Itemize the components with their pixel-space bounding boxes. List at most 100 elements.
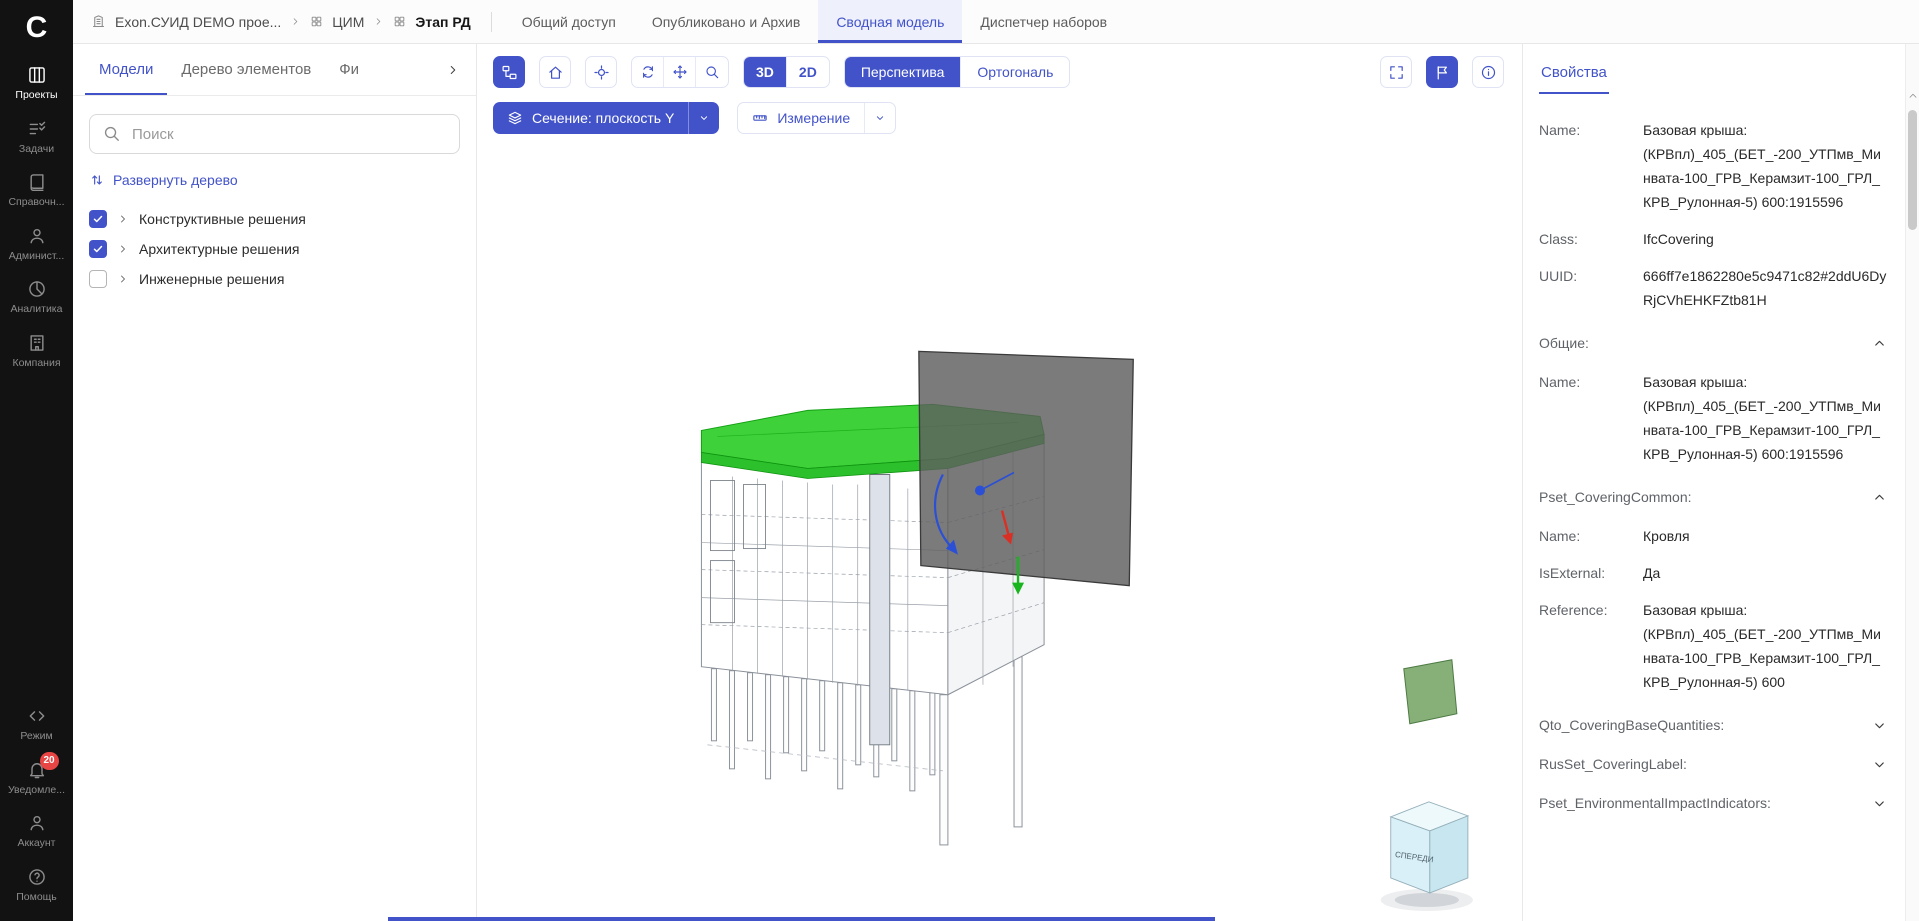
- fullscreen-button[interactable]: [1380, 56, 1412, 88]
- tree-item-label: Инженерные решения: [139, 271, 285, 287]
- tab-set-manager[interactable]: Диспетчер наборов: [962, 0, 1125, 43]
- property-row-uuid: UUID: 666ff7e1862280e5c9471c82#2ddU6DyRj…: [1539, 264, 1887, 312]
- property-group-pset-environmental-impact[interactable]: Pset_EnvironmentalImpactIndicators:: [1539, 795, 1887, 811]
- viewer-toolbar-right: [1380, 56, 1504, 88]
- property-label: Name:: [1539, 528, 1581, 544]
- projection-mode-group: Перспектива Ортогональ: [843, 56, 1071, 88]
- navigation-cube[interactable]: СПЕРЕДИ: [1380, 801, 1473, 911]
- bottom-progress-bar: [388, 917, 1215, 921]
- sidebar-item-company[interactable]: Компания: [0, 324, 73, 378]
- magnifier-icon: [704, 64, 720, 80]
- check-icon: [92, 243, 104, 255]
- property-group-pset-covering-common[interactable]: Pset_CoveringCommon:: [1539, 489, 1887, 505]
- tab-label: Диспетчер наборов: [980, 13, 1108, 30]
- sidebar-item-label: Уведомле...: [7, 783, 66, 796]
- sidebar-item-analytics[interactable]: Аналитика: [0, 270, 73, 324]
- tabs-scroll-right-button[interactable]: [436, 44, 470, 95]
- measure-main[interactable]: Измерение: [738, 103, 864, 133]
- sidebar-item-account[interactable]: Аккаунт: [0, 804, 73, 858]
- app-sidebar: C Проекты Задачи Справочн... Админист...…: [0, 0, 73, 921]
- home-view-button[interactable]: [539, 56, 571, 88]
- tab-label: Модели: [99, 61, 154, 78]
- chevron-right-icon: [290, 16, 301, 27]
- tab-published-archive[interactable]: Опубликовано и Архив: [634, 0, 818, 43]
- orbit-button[interactable]: [632, 57, 664, 87]
- tab-models[interactable]: Модели: [85, 44, 167, 95]
- chevron-up-icon[interactable]: [1872, 490, 1887, 505]
- sidebar-item-label: Режим: [20, 730, 53, 742]
- sidebar-item-reference[interactable]: Справочн...: [0, 163, 73, 217]
- property-group-qto-covering-base-quantities[interactable]: Qto_CoveringBaseQuantities:: [1539, 717, 1887, 733]
- zoom-button[interactable]: [696, 57, 728, 87]
- sidebar-item-mode[interactable]: Режим: [0, 697, 73, 751]
- property-value: Базовая крыша: (КРВпл)_405_(БЕТ_-200_УТП…: [1643, 122, 1882, 210]
- perspective-label: Перспектива: [860, 64, 945, 80]
- property-row-reference: Reference: Базовая крыша: (КРВпл)_405_(Б…: [1539, 598, 1887, 694]
- focus-selection-button[interactable]: [585, 56, 617, 88]
- checkbox-unchecked[interactable]: [89, 270, 107, 288]
- measure-dropdown[interactable]: [865, 103, 895, 133]
- flag-icon: [1434, 64, 1451, 81]
- chevron-right-icon[interactable]: [117, 243, 129, 255]
- caret-down-icon: [873, 111, 887, 125]
- breadcrumb-project[interactable]: Exon.СУИД DEMO прое...: [115, 14, 281, 30]
- chevron-up-icon[interactable]: [1872, 336, 1887, 351]
- section-plane-preview[interactable]: [1403, 659, 1458, 725]
- sidebar-bottom-group: Режим 20 Уведомле... Аккаунт Помощь: [0, 697, 73, 911]
- property-group-general[interactable]: Общие:: [1539, 335, 1887, 351]
- property-label: UUID:: [1539, 268, 1578, 284]
- measure-button[interactable]: Измерение: [737, 102, 897, 134]
- chevron-right-icon[interactable]: [117, 213, 129, 225]
- sidebar-item-tasks[interactable]: Задачи: [0, 110, 73, 164]
- property-value: Кровля: [1643, 528, 1690, 544]
- breadcrumb-cim[interactable]: ЦИМ: [332, 14, 364, 30]
- sidebar-item-notifications[interactable]: 20 Уведомле...: [0, 751, 73, 805]
- tab-consolidated-model[interactable]: Сводная модель: [818, 0, 963, 43]
- tree-item-engineering[interactable]: Инженерные решения: [81, 264, 468, 294]
- perspective-button[interactable]: Перспектива: [844, 57, 962, 87]
- chevron-right-icon[interactable]: [117, 273, 129, 285]
- sidebar-item-help[interactable]: Помощь: [0, 858, 73, 912]
- tab-filters-truncated[interactable]: Фи: [325, 44, 373, 95]
- section-plane-dropdown[interactable]: [689, 102, 719, 134]
- tab-label: Дерево элементов: [181, 61, 312, 78]
- model-viewer[interactable]: СПЕРЕДИ 3D 2D Перспектива Ортогональ Сеч…: [477, 44, 1522, 921]
- checkbox-checked[interactable]: [89, 240, 107, 258]
- tab-element-tree[interactable]: Дерево элементов: [167, 44, 325, 95]
- tab-properties[interactable]: Свойства: [1539, 64, 1609, 94]
- tab-shared-access[interactable]: Общий доступ: [504, 0, 634, 43]
- mode-2d-button[interactable]: 2D: [787, 57, 829, 87]
- grid-icon: [393, 15, 406, 28]
- tree-item-architectural[interactable]: Архитектурные решения: [81, 234, 468, 264]
- sidebar-item-projects[interactable]: Проекты: [0, 56, 73, 110]
- model-structure-button[interactable]: [493, 56, 525, 88]
- scrollbar-thumb[interactable]: [1908, 110, 1917, 230]
- info-button[interactable]: [1472, 56, 1504, 88]
- orthogonal-button[interactable]: Ортогональ: [961, 57, 1069, 87]
- pan-button[interactable]: [664, 57, 696, 87]
- property-group-russet-covering-label[interactable]: RusSet_CoveringLabel:: [1539, 756, 1887, 772]
- tab-label: Опубликовано и Архив: [651, 13, 801, 30]
- app-logo[interactable]: C: [0, 0, 73, 56]
- chevron-down-icon[interactable]: [1872, 757, 1887, 772]
- scrollbar-up-arrow[interactable]: [1907, 90, 1919, 102]
- group-label: Pset_CoveringCommon:: [1539, 489, 1692, 505]
- mode-3d-label: 3D: [756, 64, 774, 80]
- properties-scrollbar[interactable]: [1905, 44, 1919, 921]
- search-input[interactable]: [89, 114, 460, 154]
- model-viewport[interactable]: СПЕРЕДИ: [477, 44, 1522, 921]
- chevron-down-icon[interactable]: [1872, 718, 1887, 733]
- chevron-down-icon[interactable]: [1872, 796, 1887, 811]
- tree-item-structural[interactable]: Конструктивные решения: [81, 204, 468, 234]
- logo-letter: C: [25, 11, 48, 44]
- section-plane-label: Сечение: плоскость Y: [532, 110, 675, 126]
- section-plane-main[interactable]: Сечение: плоскость Y: [493, 102, 688, 134]
- checkbox-checked[interactable]: [89, 210, 107, 228]
- sidebar-item-label: Справочн...: [8, 196, 65, 208]
- flag-remarks-button[interactable]: [1426, 56, 1458, 88]
- person-icon: [27, 813, 47, 833]
- expand-tree-button[interactable]: Развернуть дерево: [89, 172, 238, 188]
- section-plane-button[interactable]: Сечение: плоскость Y: [493, 102, 720, 134]
- mode-3d-button[interactable]: 3D: [744, 57, 787, 87]
- sidebar-item-administration[interactable]: Админист...: [0, 217, 73, 271]
